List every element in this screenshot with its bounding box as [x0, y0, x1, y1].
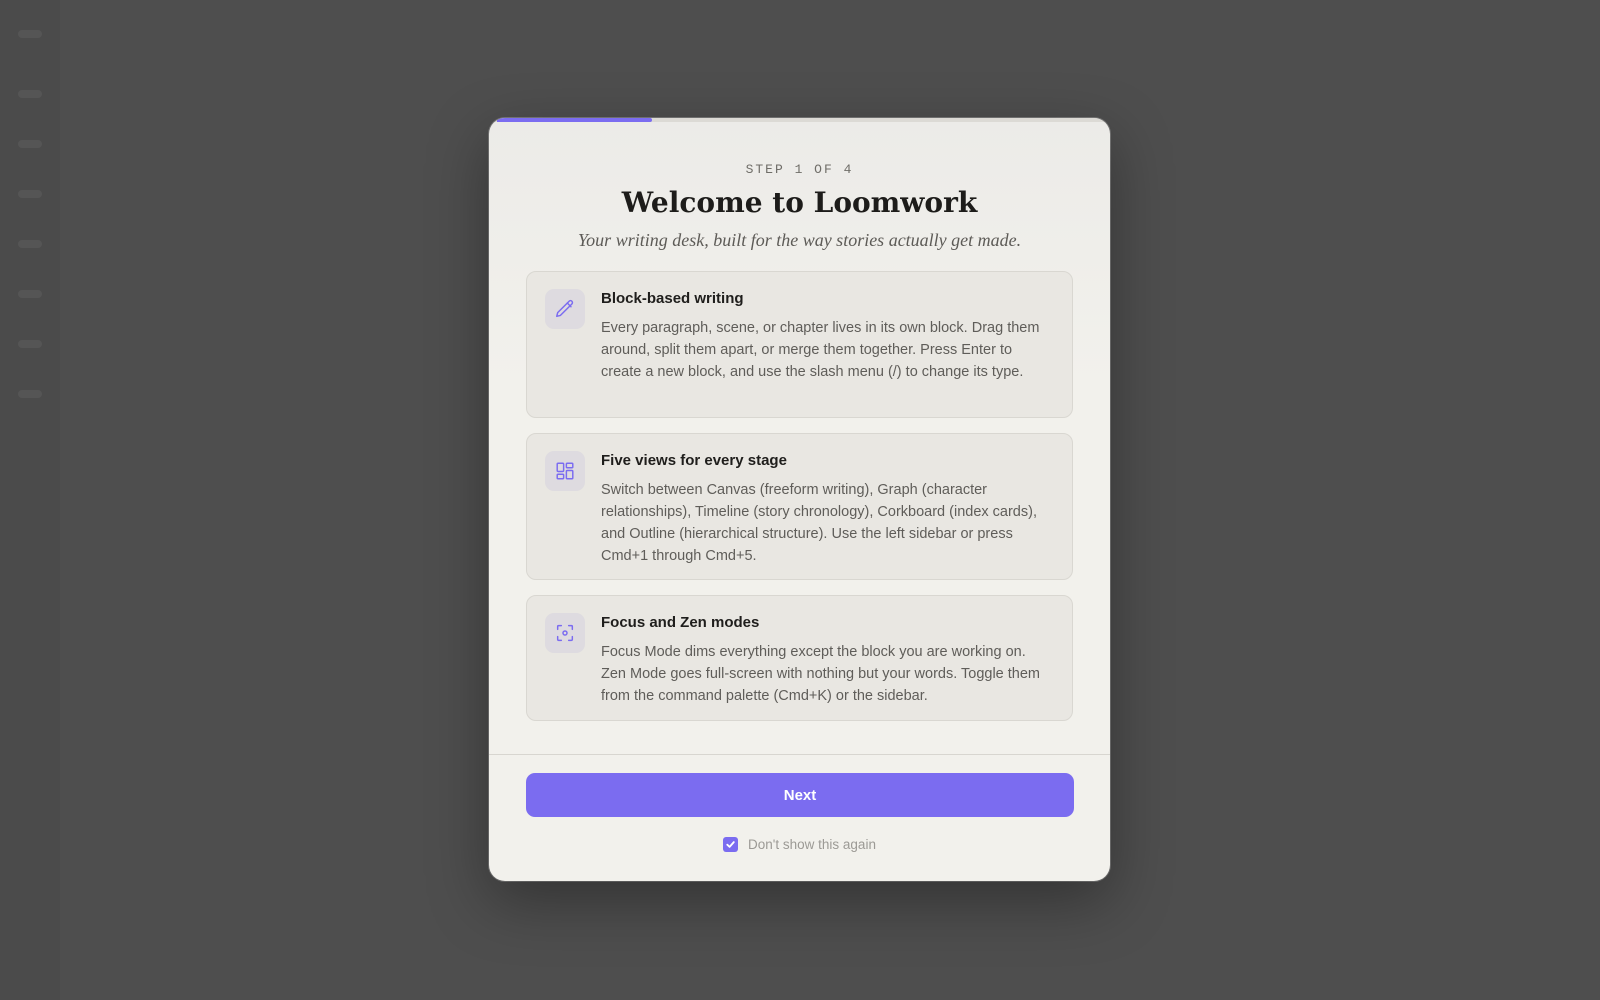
checkmark-icon	[726, 841, 735, 848]
background-sidebar-item	[18, 140, 42, 148]
feature-description: Every paragraph, scene, or chapter lives…	[601, 320, 1040, 380]
focus-icon	[545, 613, 585, 653]
background-sidebar-item	[18, 290, 42, 298]
dont-show-again-option[interactable]: Don't show this again	[489, 837, 1110, 852]
layout-grid-icon	[545, 451, 585, 491]
dont-show-label[interactable]: Don't show this again	[748, 837, 876, 852]
feature-title: Block-based writing	[601, 290, 744, 307]
background-sidebar-item	[18, 30, 42, 38]
feature-card-block-writing: Block-based writing Every paragraph, sce…	[526, 271, 1073, 418]
background-sidebar-item	[18, 340, 42, 348]
background-sidebar-item	[18, 390, 42, 398]
background-sidebar-item	[18, 190, 42, 198]
next-button[interactable]: Next	[526, 773, 1074, 817]
modal-title: Welcome to Loomwork	[621, 186, 978, 219]
feature-card-five-views: Five views for every stage Switch betwee…	[526, 433, 1073, 580]
feature-card-focus-zen: Focus and Zen modes Focus Mode dims ever…	[526, 595, 1073, 721]
dont-show-checkbox[interactable]	[723, 837, 739, 852]
background-sidebar	[0, 0, 60, 1000]
background-sidebar-item	[18, 240, 42, 248]
progress-bar	[489, 118, 1110, 122]
onboarding-modal: STEP 1 OF 4 Welcome to Loomwork Your wri…	[489, 118, 1110, 881]
background-sidebar-item	[18, 90, 42, 98]
step-indicator: STEP 1 OF 4	[745, 162, 854, 177]
feature-title: Focus and Zen modes	[601, 614, 760, 631]
pencil-icon	[545, 289, 585, 329]
feature-description: Switch between Canvas (freeform writing)…	[601, 482, 1037, 564]
feature-title: Five views for every stage	[601, 452, 787, 469]
feature-description: Focus Mode dims everything except the bl…	[601, 644, 1041, 704]
footer-divider	[489, 754, 1110, 755]
progress-bar-fill	[497, 118, 652, 122]
modal-subtitle: Your writing desk, built for the way sto…	[577, 230, 1022, 250]
